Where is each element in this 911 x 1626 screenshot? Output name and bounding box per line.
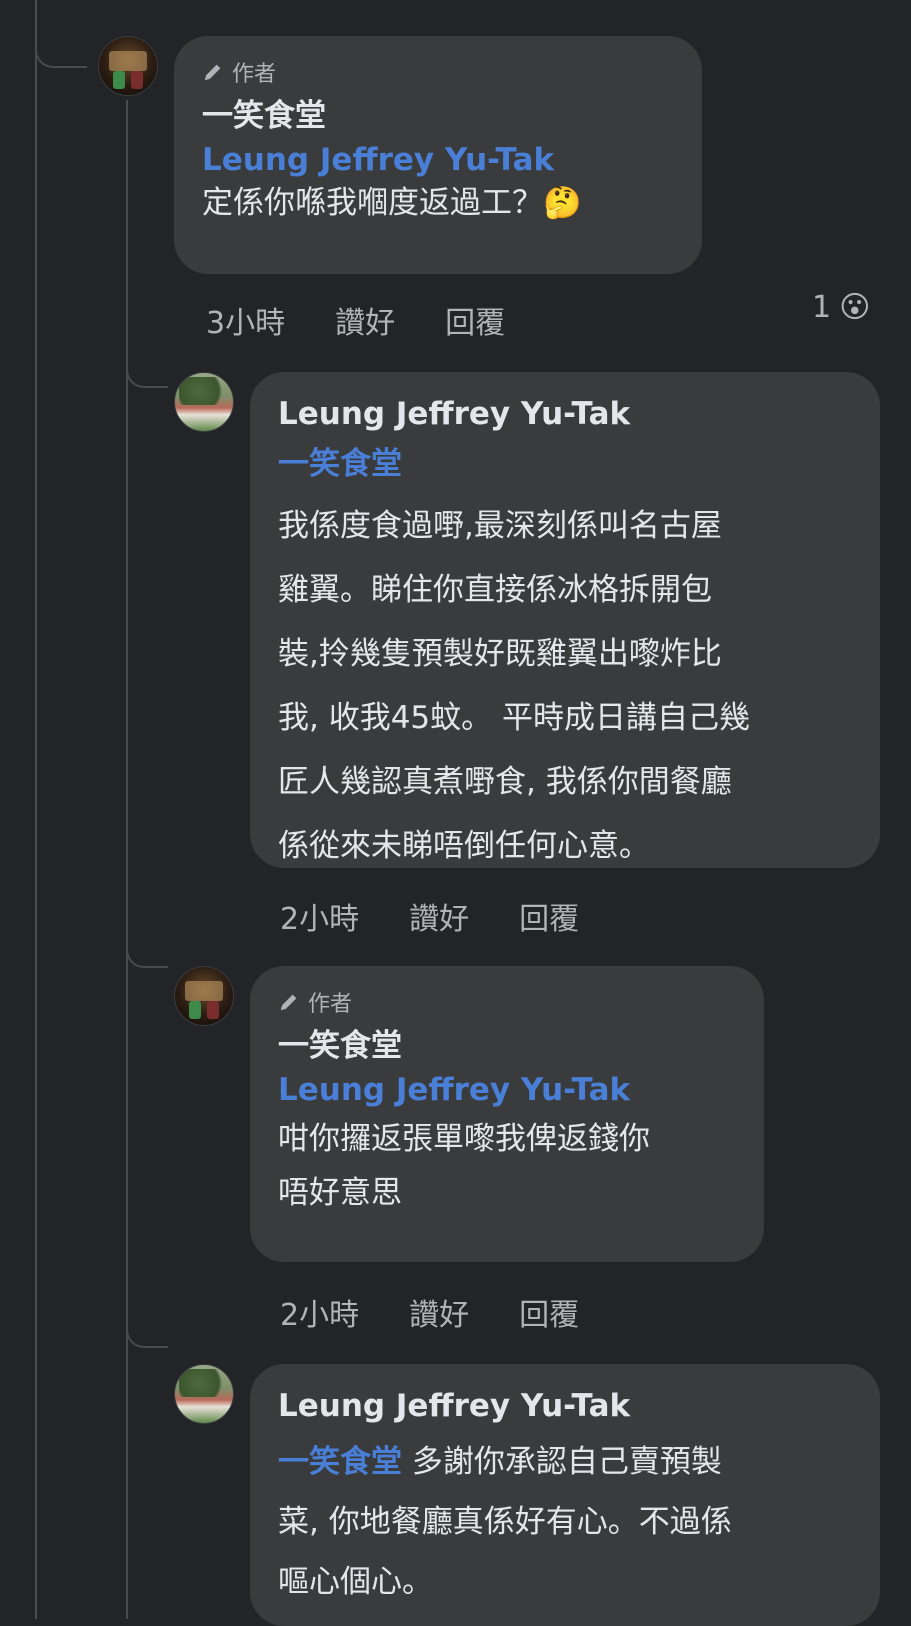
avatar[interactable] (174, 372, 234, 432)
comment-bubble: Leung Jeffrey Yu-Tak 一笑食堂 我係度食過嘢,最深刻係叫名古… (250, 372, 880, 868)
commenter-name[interactable]: Leung Jeffrey Yu-Tak (278, 1384, 852, 1428)
thinking-face-emoji: 🤔 (543, 185, 582, 221)
author-badge: 作者 (278, 986, 736, 1018)
thread-connector (35, 0, 87, 68)
comment-bubble: 作者 一笑食堂 Leung Jeffrey Yu-Tak 咁你攞返張單嚟我俾返錢… (250, 966, 764, 1262)
text-line: 嘔心個心。 (278, 1564, 433, 1600)
comment-actions: 2小時 讚好 回覆 (280, 1290, 579, 1334)
avatar[interactable] (174, 966, 234, 1026)
comment-bubble: 作者 一笑食堂 Leung Jeffrey Yu-Tak 定係你喺我嗰度返過工？… (174, 36, 702, 274)
like-button[interactable]: 讚好 (409, 894, 469, 938)
comment-text: 咁你攞返張單嚟我俾返錢你 唔好意思 (278, 1112, 736, 1220)
comment-actions: 2小時 讚好 回覆 (280, 894, 579, 938)
thread-connector (126, 330, 168, 388)
thread-connector (126, 1290, 168, 1348)
avatar[interactable] (174, 1364, 234, 1424)
comment-bubble: Leung Jeffrey Yu-Tak 一笑食堂 多謝你承認自己賣預製 菜, … (250, 1364, 880, 1626)
text-line: 唔好意思 (278, 1175, 402, 1211)
wow-emoji: 😮 (839, 290, 871, 325)
reply-button[interactable]: 回覆 (519, 894, 579, 938)
mention-link[interactable]: Leung Jeffrey Yu-Tak (278, 1068, 736, 1112)
text-line: 我, 收我45蚊。 平時成日講自己幾 (278, 700, 751, 736)
timestamp[interactable]: 2小時 (280, 1290, 359, 1334)
text-line: 雞翼。睇住你直接係冰格拆開包 (278, 572, 712, 608)
text-line: 係從來未睇唔倒任何心意。 (278, 828, 650, 864)
reaction-summary[interactable]: 1 😮 (812, 290, 870, 325)
reply-button[interactable]: 回覆 (519, 1290, 579, 1334)
text-fragment: 多謝你承認自己賣預製 (402, 1444, 722, 1480)
mention-link[interactable]: 一笑食堂 (278, 442, 852, 486)
commenter-name[interactable]: Leung Jeffrey Yu-Tak (278, 392, 852, 436)
timestamp[interactable]: 2小時 (280, 894, 359, 938)
thread-connector (126, 910, 168, 968)
reaction-count: 1 (812, 290, 832, 325)
mention-link[interactable]: 一笑食堂 (278, 1444, 402, 1480)
text-line: 一笑食堂 多謝你承認自己賣預製 (278, 1432, 852, 1492)
mention-link[interactable]: Leung Jeffrey Yu-Tak (202, 138, 674, 182)
avatar[interactable] (98, 36, 158, 96)
pencil-icon (204, 64, 221, 81)
author-badge: 作者 (202, 56, 674, 88)
comment-actions: 3小時 讚好 回覆 (206, 298, 505, 342)
like-button[interactable]: 讚好 (409, 1290, 469, 1334)
timestamp[interactable]: 3小時 (206, 298, 285, 342)
like-button[interactable]: 讚好 (335, 298, 395, 342)
comment-text: 我係度食過嘢,最深刻係叫名古屋 雞翼。睇住你直接係冰格拆開包 裝,拎幾隻預製好既… (278, 494, 852, 878)
text-line: 菜, 你地餐廳真係好有心。不過係 (278, 1504, 732, 1540)
comment-text: 定係你喺我嗰度返過工？🤔 (202, 182, 674, 224)
reply-thread-line (126, 100, 128, 1619)
text-line: 裝,拎幾隻預製好既雞翼出嚟炸比 (278, 636, 722, 672)
reply-button[interactable]: 回覆 (445, 298, 505, 342)
author-badge-label: 作者 (232, 62, 277, 87)
pencil-icon (280, 994, 297, 1011)
text-line: 咁你攞返張單嚟我俾返錢你 (278, 1121, 650, 1157)
outer-thread-line (35, 0, 37, 1619)
commenter-name[interactable]: 一笑食堂 (202, 94, 674, 138)
text-line: 匠人幾認真煮嘢食, 我係你間餐廳 (278, 764, 732, 800)
commenter-name[interactable]: 一笑食堂 (278, 1024, 736, 1068)
author-badge-label: 作者 (308, 992, 353, 1017)
comment-text: 一笑食堂 多謝你承認自己賣預製 菜, 你地餐廳真係好有心。不過係 嘔心個心。 (278, 1432, 852, 1612)
text-line: 我係度食過嘢,最深刻係叫名古屋 (278, 508, 722, 544)
